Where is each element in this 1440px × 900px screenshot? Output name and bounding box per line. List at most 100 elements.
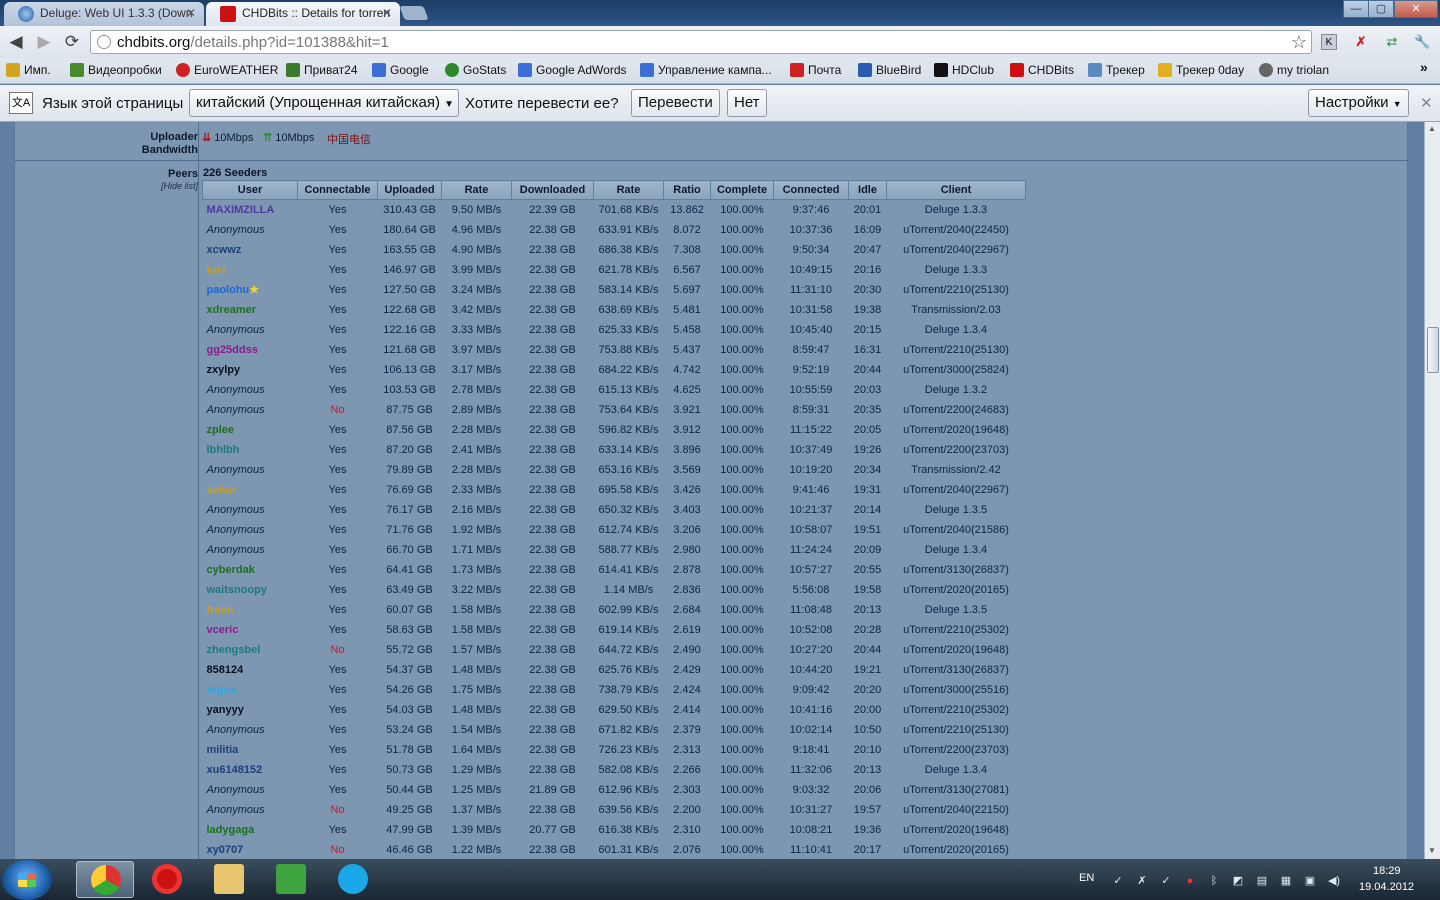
user-cell[interactable]: zxylpy <box>203 360 298 380</box>
page-info-icon[interactable] <box>97 35 111 49</box>
bookmark-videoprobki[interactable]: Видеопробки <box>70 63 162 77</box>
extension-k-icon[interactable]: K <box>1321 34 1337 50</box>
source-language-select[interactable]: китайский (Упрощенная китайская) ▼ <box>189 89 459 117</box>
bookmark-import[interactable]: Имп. <box>6 63 51 77</box>
ratio-cell: 3.403 <box>673 503 701 516</box>
user-name: xdreamer <box>206 303 257 316</box>
tab-chdbits[interactable]: CHDBits :: Details for torren ✕ <box>206 2 400 26</box>
close-window-button[interactable]: ✕ <box>1394 0 1438 18</box>
taskbar-utorrent[interactable] <box>262 861 320 898</box>
user-cell[interactable]: xdreamer <box>203 300 298 320</box>
user-cell[interactable]: yanyyy <box>203 700 298 720</box>
tray-app-icon[interactable]: ▦ <box>1278 874 1294 888</box>
user-cell[interactable]: 858124 <box>203 660 298 680</box>
table-row: Anonymous Yes 71.76 GB 1.92 MB/s 22.38 GB 612… <box>202 519 1026 540</box>
user-cell[interactable]: paolohu★ <box>203 280 298 300</box>
minimize-button[interactable]: — <box>1343 0 1369 18</box>
user-cell[interactable]: zplee <box>203 420 298 440</box>
bookmark-chdbits[interactable]: CHDBits <box>1010 63 1074 77</box>
bookmark-bluebird[interactable]: BlueBird <box>858 63 921 77</box>
bookmark-my-triolan[interactable]: my triolan <box>1259 63 1329 77</box>
tab-deluge[interactable]: Deluge: Web UI 1.3.3 (Down ✕ <box>4 2 204 26</box>
user-cell[interactable]: MAXIMZILLA <box>203 200 298 220</box>
close-infobar-icon[interactable]: ✕ <box>1420 94 1433 112</box>
user-cell[interactable]: gg25ddss <box>203 340 298 360</box>
bookmark-google[interactable]: Google <box>372 63 429 77</box>
tray-app-icon[interactable]: ▤ <box>1254 874 1270 888</box>
user-cell[interactable]: zhengsbel <box>203 640 298 660</box>
user-cell[interactable]: xu6148152 <box>203 760 298 780</box>
bookmark-tracker-0day[interactable]: Трекер 0day <box>1158 63 1244 77</box>
complete-cell: 100.00% <box>720 663 764 676</box>
user-cell[interactable]: xy0707 <box>203 840 298 860</box>
taskbar-explorer[interactable] <box>200 861 258 898</box>
upload-bandwidth: ⇈ 10Mbps <box>263 131 314 144</box>
translate-button[interactable]: Перевести <box>631 89 720 117</box>
user-cell[interactable]: argos <box>203 680 298 700</box>
close-tab-icon[interactable]: ✕ <box>186 6 196 20</box>
user-cell[interactable]: xcwwz <box>203 240 298 260</box>
taskbar-skype[interactable] <box>324 861 382 898</box>
upload-rate-cell: 3.42 MB/s <box>451 303 502 316</box>
translate-extension-icon[interactable]: ⇄ <box>1384 34 1400 50</box>
forward-arrow-icon[interactable]: ▶ <box>34 32 54 52</box>
hide-list-link[interactable]: [Hide list] <box>15 181 198 191</box>
bookmark-mail[interactable]: Почта <box>790 63 841 77</box>
gostats-icon <box>445 63 459 77</box>
bookmark-campaigns[interactable]: Управление кампа... <box>640 63 772 77</box>
connectable-cell: Yes <box>328 243 347 256</box>
user-cell[interactable]: lbhlbh <box>203 440 298 460</box>
scroll-down-arrow[interactable]: ▼ <box>1428 846 1436 855</box>
opera-tray-icon[interactable]: ● <box>1182 874 1198 888</box>
address-bar[interactable]: chdbits.org/details.php?id=101388&hit=1 … <box>90 30 1312 54</box>
user-cell[interactable]: militia <box>203 740 298 760</box>
volume-icon[interactable]: ◀) <box>1326 874 1342 888</box>
chrome-icon <box>91 865 121 895</box>
wrench-menu-icon[interactable]: 🔧 <box>1414 34 1430 50</box>
tray-app-icon[interactable]: ✓ <box>1158 874 1174 888</box>
back-arrow-icon[interactable]: ◀ <box>6 32 26 52</box>
user-cell[interactable]: vceric <box>203 620 298 640</box>
user-cell[interactable]: waitsnoopy <box>203 580 298 600</box>
adblock-extension-icon[interactable]: ✗ <box>1353 34 1369 50</box>
scroll-thumb[interactable] <box>1427 327 1439 373</box>
download-rate-cell: 619.14 KB/s <box>598 623 659 636</box>
page-scrollbar[interactable]: ▲ ▼ <box>1424 122 1440 859</box>
scroll-up-arrow[interactable]: ▲ <box>1428 124 1436 133</box>
bookmark-tracker[interactable]: Трекер <box>1088 63 1145 77</box>
close-tab-icon[interactable]: ✕ <box>382 6 392 20</box>
taskbar-opera[interactable] <box>138 861 196 898</box>
reload-icon[interactable]: ⟳ <box>62 32 82 52</box>
user-cell[interactable]: freen <box>203 600 298 620</box>
bookmark-hdclub[interactable]: HDClub <box>934 63 994 77</box>
no-translate-button[interactable]: Нет <box>727 89 767 117</box>
bookmark-euroweather[interactable]: EuroWEATHER <box>176 63 278 77</box>
tray-app-icon[interactable]: ✗ <box>1134 874 1150 888</box>
upload-rate-cell: 3.24 MB/s <box>451 283 502 296</box>
bookmark-privat24[interactable]: Приват24 <box>286 63 358 77</box>
user-cell[interactable]: cyberdak <box>203 560 298 580</box>
user-cell[interactable]: luxi <box>203 260 298 280</box>
url-text[interactable]: chdbits.org/details.php?id=101388&hit=1 <box>117 34 389 51</box>
ratio-cell: 3.426 <box>673 483 701 496</box>
bluetooth-icon[interactable]: ᛒ <box>1206 874 1222 888</box>
start-button[interactable] <box>2 860 52 900</box>
taskbar-chrome[interactable] <box>76 861 134 898</box>
tray-app-icon[interactable]: ✓ <box>1110 874 1126 888</box>
bookmark-adwords[interactable]: Google AdWords <box>518 63 627 77</box>
maximize-button[interactable]: ▢ <box>1368 0 1394 18</box>
bookmark-label: Приват24 <box>304 63 358 77</box>
user-cell[interactable]: ladygaga <box>203 820 298 840</box>
language-indicator[interactable]: EN <box>1079 872 1094 884</box>
translate-settings-button[interactable]: Настройки ▼ <box>1308 89 1409 117</box>
bookmark-star-icon[interactable]: ☆ <box>1291 32 1307 53</box>
ratio-cell: 3.896 <box>673 443 701 456</box>
clock-date[interactable]: 19.04.2012 <box>1359 881 1414 893</box>
tray-app-icon[interactable]: ◩ <box>1230 874 1246 888</box>
network-icon[interactable]: ▣ <box>1302 874 1318 888</box>
bookmarks-more-chevron[interactable]: » <box>1402 59 1428 75</box>
new-tab-button[interactable] <box>399 6 429 20</box>
user-cell[interactable]: sokor <box>203 480 298 500</box>
clock-time[interactable]: 18:29 <box>1373 865 1401 877</box>
bookmark-gostats[interactable]: GoStats <box>445 63 506 77</box>
